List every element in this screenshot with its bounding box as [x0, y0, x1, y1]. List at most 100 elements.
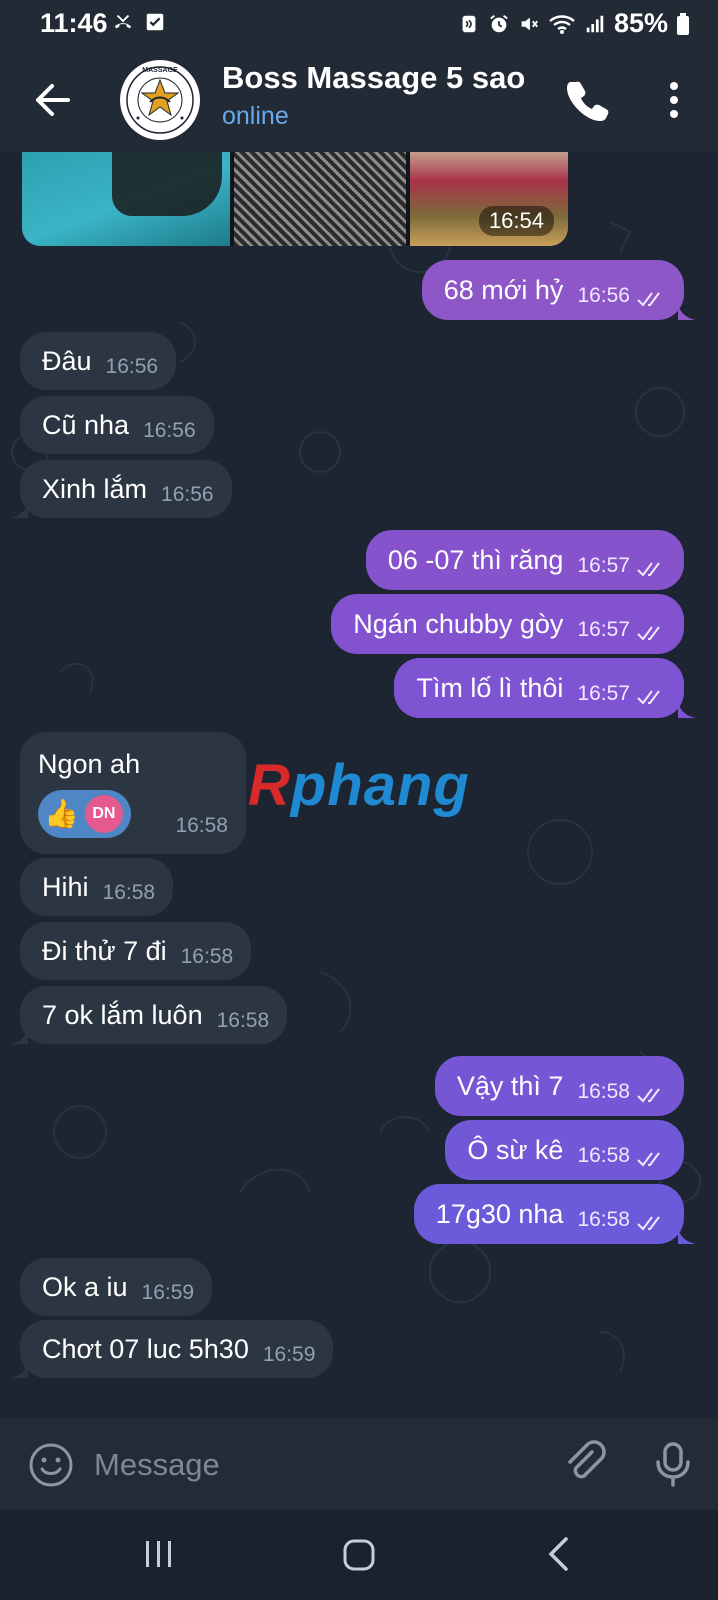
recent-apps-icon[interactable] — [142, 1538, 176, 1570]
double-check-icon — [637, 626, 660, 641]
message-text: Ô sừ kê — [467, 1134, 564, 1165]
message-bubble-outgoing[interactable]: 06 -07 thì răng 16:57 — [365, 530, 684, 590]
double-check-icon — [637, 690, 660, 705]
bubble-tail — [678, 698, 696, 718]
message-time: 16:59 — [141, 1281, 195, 1304]
message-text: 7 ok lắm luôn — [42, 999, 203, 1030]
massage-logo-icon: MASSAGE — [122, 62, 198, 138]
bubble-tail — [10, 1024, 28, 1044]
message-text: 06 -07 thì răng — [387, 544, 564, 575]
signal-icon — [586, 15, 604, 32]
double-check-icon — [637, 1088, 660, 1103]
double-check-icon — [637, 292, 660, 307]
bubble-tail — [678, 300, 696, 320]
message-text: Đâu — [42, 345, 92, 376]
media-thumb-1[interactable] — [22, 152, 230, 246]
mute-icon — [521, 17, 538, 30]
emoji-icon[interactable] — [28, 1442, 74, 1488]
chat-avatar[interactable]: MASSAGE — [120, 60, 200, 140]
message-time: 16:59 — [262, 1343, 316, 1366]
message-time: 16:57 — [577, 618, 630, 641]
message-time: 16:58 — [216, 1009, 270, 1032]
media-timestamp: 16:54 — [478, 206, 554, 236]
message-text: Cũ nha — [42, 409, 130, 440]
message-bubble-incoming[interactable]: Hihi 16:58 — [20, 858, 174, 916]
system-navigation-bar — [0, 1510, 718, 1600]
chat-online-status: online — [222, 102, 289, 130]
message-time: 16:58 — [102, 881, 156, 904]
battery-percent: 85% — [613, 8, 668, 38]
message-bubble-outgoing[interactable]: 17g30 nha 16:58 — [413, 1184, 696, 1244]
wifi-icon — [549, 14, 575, 34]
reaction-chip[interactable]: 👍 DN — [38, 789, 131, 838]
message-time: 16:56 — [577, 284, 630, 307]
message-time: 16:56 — [143, 419, 196, 442]
message-time: 16:58 — [577, 1080, 630, 1103]
status-time: 11:46 — [40, 8, 108, 38]
message-composer — [0, 1418, 718, 1510]
message-bubble-outgoing[interactable]: Vậy thì 7 16:58 — [434, 1056, 684, 1116]
bubble-tail — [678, 1224, 696, 1244]
bubble-tail — [10, 498, 28, 518]
message-bubble-incoming-with-reaction[interactable]: Ngon ah 👍 DN 16:58 — [20, 732, 246, 854]
message-time: 16:58 — [175, 813, 228, 837]
phone-call-icon[interactable] — [564, 76, 612, 124]
status-right: 85% — [458, 8, 690, 39]
bubble-tail — [10, 1358, 28, 1378]
message-text: Đi thử 7 đi — [42, 935, 167, 966]
checkbox-notification-icon — [146, 13, 164, 31]
double-check-icon — [637, 1216, 660, 1231]
message-time: 16:56 — [161, 483, 214, 506]
chat-area[interactable]: 16:54 Rphang 68 mới hỷ 16:56 Đâu 16:56 C… — [0, 152, 718, 1418]
media-album[interactable]: 16:54 — [22, 152, 568, 246]
missed-call-icon — [114, 14, 132, 29]
double-check-icon — [637, 562, 660, 577]
back-arrow-icon[interactable] — [28, 78, 76, 122]
watermark-logo: Rphang — [248, 753, 470, 818]
double-check-icon — [637, 1152, 660, 1167]
message-bubble-incoming[interactable]: Cũ nha 16:56 — [20, 396, 214, 454]
message-text: Ok a iu — [42, 1271, 128, 1302]
message-input[interactable] — [92, 1440, 536, 1490]
message-time: 16:58 — [180, 945, 234, 968]
message-time: 16:57 — [577, 682, 630, 705]
message-time: 16:58 — [577, 1208, 630, 1231]
nfc-icon — [462, 15, 476, 32]
message-text: Vậy thì 7 — [456, 1070, 564, 1101]
chat-title[interactable]: Boss Massage 5 sao — [222, 60, 542, 96]
message-bubble-incoming[interactable]: 7 ok lắm luôn 16:58 — [10, 986, 288, 1044]
message-text: 68 mới hỷ — [443, 274, 564, 305]
status-bar: 11:46 85% — [0, 0, 718, 48]
message-bubble-incoming[interactable]: Chơt 07 luc 5h30 16:59 — [10, 1320, 334, 1378]
message-text: Ngon ah — [38, 748, 141, 779]
message-bubble-outgoing[interactable]: 68 mới hỷ 16:56 — [421, 260, 696, 320]
thumbs-up-icon: 👍 — [44, 798, 79, 829]
chat-header: MASSAGE Boss Massage 5 sao online — [0, 48, 718, 152]
battery-icon — [677, 12, 689, 35]
message-bubble-incoming[interactable]: Xinh lắm 16:56 — [10, 460, 232, 518]
system-back-icon[interactable] — [546, 1536, 570, 1572]
message-bubble-incoming[interactable]: Đâu 16:56 — [20, 332, 177, 390]
message-text: Xinh lắm — [42, 473, 148, 504]
message-bubble-outgoing[interactable]: Ô sừ kê 16:58 — [445, 1120, 684, 1180]
message-bubble-outgoing[interactable]: Ngán chubby gòy 16:57 — [331, 594, 684, 654]
message-bubble-incoming[interactable]: Đi thử 7 đi 16:58 — [20, 922, 252, 980]
message-time: 16:56 — [105, 355, 159, 378]
paperclip-icon[interactable] — [562, 1440, 610, 1488]
alarm-icon — [490, 14, 508, 32]
message-bubble-outgoing[interactable]: Tìm lố lì thôi 16:57 — [394, 658, 696, 718]
message-bubble-incoming[interactable]: Ok a iu 16:59 — [20, 1258, 213, 1316]
reaction-avatar: DN — [84, 794, 123, 833]
media-thumb-3[interactable]: 16:54 — [410, 152, 568, 246]
message-text: Ngán chubby gòy — [353, 608, 564, 639]
avatar-text: MASSAGE — [142, 67, 178, 74]
message-text: 17g30 nha — [435, 1198, 564, 1229]
home-icon[interactable] — [342, 1538, 376, 1572]
message-time: 16:58 — [577, 1144, 630, 1167]
media-thumb-2[interactable] — [234, 152, 406, 246]
more-options-icon[interactable] — [656, 76, 692, 124]
message-time: 16:57 — [577, 554, 630, 577]
message-text: Tìm lố lì thôi — [416, 672, 564, 703]
status-left-icons — [112, 10, 166, 34]
microphone-icon[interactable] — [650, 1440, 696, 1488]
